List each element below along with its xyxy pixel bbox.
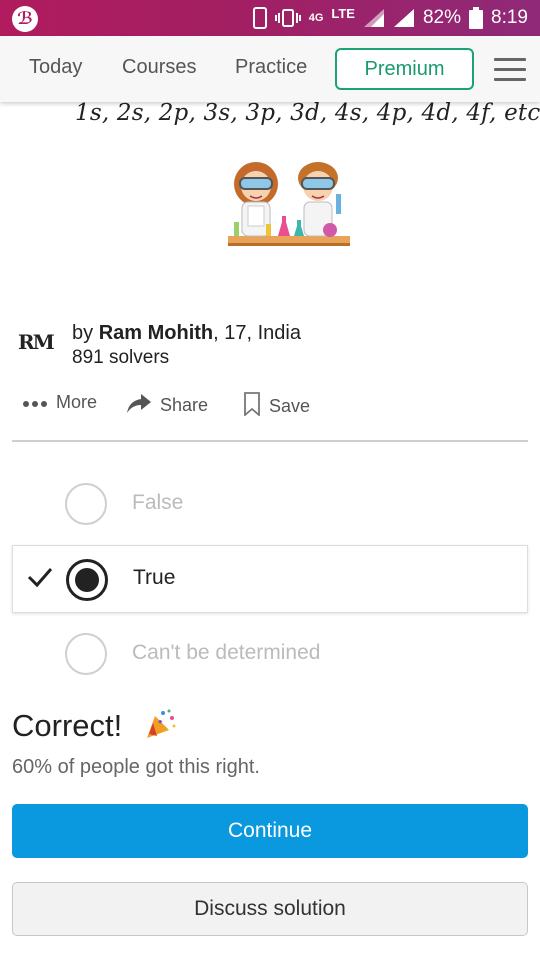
phone-icon [252,7,267,29]
discuss-solution-button[interactable]: Discuss solution [12,882,528,936]
signal-icon [363,8,385,28]
by-label: by [72,322,99,344]
option-false[interactable]: False [12,470,528,538]
option-label: Can't be determined [132,641,321,664]
nav-courses[interactable]: Courses [122,56,196,79]
continue-button[interactable]: Continue [12,804,528,858]
solver-count: 891 solvers [72,347,170,368]
option-label: False [132,491,184,514]
author-details: , 17, India [213,322,301,344]
option-cant-be-determined[interactable]: Can't be determined [12,620,528,688]
battery-percent: 82% [422,7,462,28]
action-bar: More Share Save [22,392,522,420]
share-label: Share [160,395,209,415]
bookmark-icon [243,392,261,421]
share-button[interactable]: Share [126,392,208,419]
vibrate-icon [274,8,301,28]
status-icons: 4G LTE 82% 8:19 [252,0,528,36]
lte-label: LTE [331,5,355,21]
nav-today[interactable]: Today [29,56,82,79]
battery-icon [469,7,484,29]
status-bar: ℬ 4G LTE 82% 8:19 [0,0,540,36]
premium-button[interactable]: Premium [335,48,474,90]
save-button[interactable]: Save [243,392,310,421]
more-button[interactable]: More [22,392,97,413]
author-line: by Ram Mohith, 17, India [72,322,301,345]
radio-button[interactable] [65,633,107,675]
network-label: 4G [308,11,324,24]
scientists-illustration [226,150,352,254]
option-label: True [133,566,176,589]
more-label: More [56,392,98,412]
orbitals-text: 1s, 2s, 2p, 3s, 3p, 3d, 4s, 4p, 4d, 4f, … [75,100,540,126]
radio-button[interactable] [65,483,107,525]
result-title: Correct! [12,708,123,743]
author-logo: RM [18,330,55,354]
menu-icon[interactable] [494,58,526,82]
more-dots-icon [22,392,48,413]
author-name[interactable]: Ram Mohith [99,322,213,344]
app-notification-icon: ℬ [12,6,38,32]
clock: 8:19 [491,7,528,28]
checkmark-icon [27,566,53,593]
party-popper-icon [145,708,177,740]
signal-icon-2 [393,8,415,28]
radio-button-selected[interactable] [66,559,108,601]
divider [12,440,528,442]
nav-practice[interactable]: Practice [235,56,307,79]
save-label: Save [269,396,311,416]
top-nav: Today Courses Practice Premium [0,36,540,102]
author-info: RM by Ram Mohith, 17, India 891 solvers [18,322,518,372]
option-true[interactable]: True [12,545,528,613]
result-stats: 60% of people got this right. [12,756,260,778]
share-arrow-icon [126,392,152,419]
